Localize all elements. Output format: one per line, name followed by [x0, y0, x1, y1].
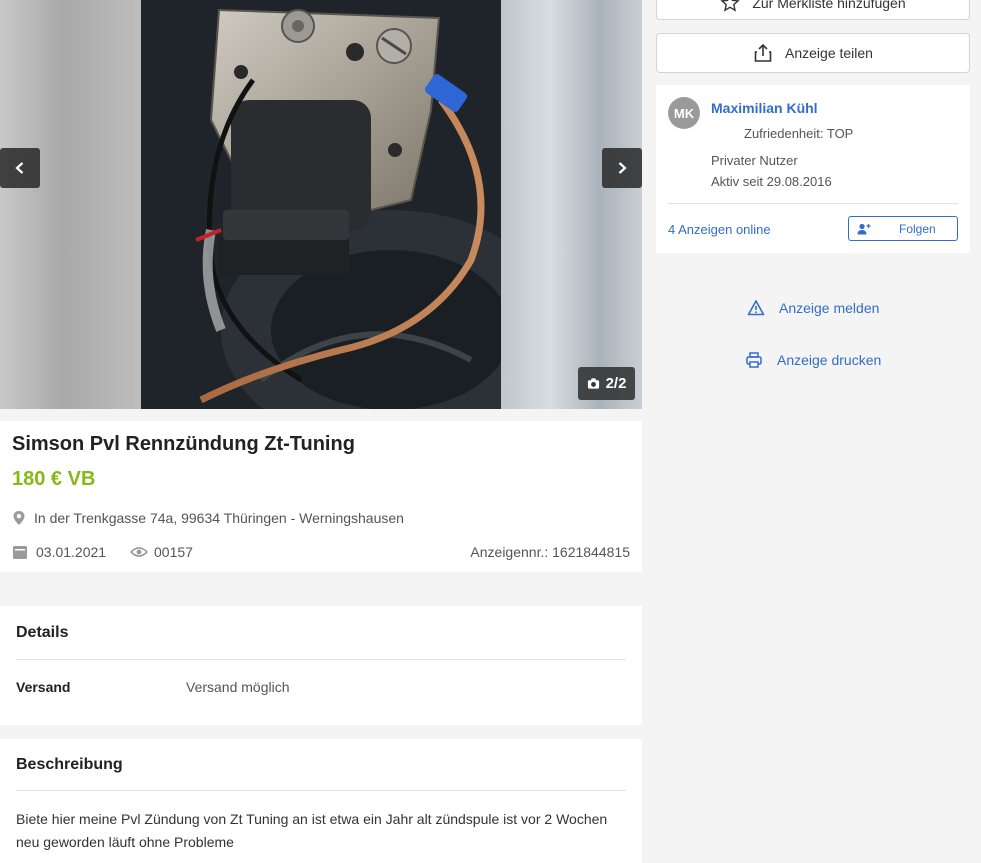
- chevron-left-icon: [15, 162, 24, 174]
- share-label: Anzeige teilen: [785, 45, 873, 61]
- calendar-icon: [13, 546, 27, 559]
- views-text: 00157: [154, 544, 193, 560]
- follow-label: Folgen: [899, 221, 936, 236]
- detail-label-shipping: Versand: [16, 679, 71, 695]
- description-text: Biete hier meine Pvl Zündung von Zt Tuni…: [16, 811, 608, 850]
- listing-date: 03.01.2021: [12, 544, 106, 560]
- listing-photo[interactable]: [141, 0, 501, 409]
- seller-card: MK Maximilian Kühl Zufriedenheit: TOP Pr…: [656, 85, 970, 253]
- gallery-prev-button[interactable]: [0, 148, 40, 188]
- ignition-part-image: [141, 0, 501, 409]
- listing-location: In der Trenkgasse 74a, 99634 Thüringen -…: [12, 510, 404, 526]
- star-icon: [720, 0, 741, 12]
- share-ad-button[interactable]: Anzeige teilen: [656, 33, 970, 73]
- report-ad-link[interactable]: Anzeige melden: [747, 299, 879, 317]
- image-counter-text: 2/2: [605, 375, 627, 392]
- add-to-watchlist-button[interactable]: Zur Merkliste hinzufügen: [656, 0, 970, 20]
- avatar: MK: [668, 97, 700, 129]
- seller-type: Privater Nutzer: [711, 153, 798, 168]
- detail-value-shipping: Versand möglich: [186, 679, 290, 695]
- description-heading: Beschreibung: [16, 756, 123, 773]
- gallery-next-button[interactable]: [602, 148, 642, 188]
- seller-active-since: Aktiv seit 29.08.2016: [711, 174, 832, 189]
- location-pin-icon: [13, 511, 25, 525]
- gallery-blur-right: [501, 0, 642, 409]
- description-section: Beschreibung Biete hier meine Pvl Zündun…: [0, 739, 642, 863]
- listing-title: Simson Pvl Rennzündung Zt-Tuning: [12, 433, 355, 455]
- gallery-blur-left: [0, 0, 141, 409]
- location-text: In der Trenkgasse 74a, 99634 Thüringen -…: [34, 510, 404, 526]
- listing-price: 180 € VB: [12, 468, 96, 490]
- details-section: Details Versand Versand möglich: [0, 606, 642, 725]
- printer-icon: [746, 352, 762, 368]
- print-label: Anzeige drucken: [777, 352, 882, 368]
- seller-ads-online-link[interactable]: 4 Anzeigen online: [668, 222, 771, 237]
- details-divider: [16, 659, 626, 660]
- add-user-icon: [857, 223, 871, 234]
- camera-icon: [587, 378, 599, 389]
- warning-icon: [747, 300, 765, 316]
- ad-number: Anzeigennr.: 1621844815: [470, 544, 630, 560]
- share-icon: [754, 43, 772, 62]
- description-divider: [16, 790, 626, 791]
- listing-summary: Simson Pvl Rennzündung Zt-Tuning 180 € V…: [0, 421, 642, 572]
- seller-divider: [668, 203, 958, 204]
- chevron-right-icon: [618, 162, 627, 174]
- follow-button[interactable]: Folgen: [848, 216, 958, 241]
- print-ad-link[interactable]: Anzeige drucken: [745, 351, 881, 369]
- date-text: 03.01.2021: [36, 544, 107, 560]
- listing-views: 00157: [130, 544, 193, 560]
- watchlist-label: Zur Merkliste hinzufügen: [752, 0, 906, 11]
- seller-satisfaction: Zufriedenheit: TOP: [744, 126, 854, 141]
- seller-name-link[interactable]: Maximilian Kühl: [711, 100, 818, 116]
- eye-icon: [130, 547, 148, 557]
- image-counter: 2/2: [578, 367, 635, 400]
- details-heading: Details: [16, 624, 69, 641]
- report-label: Anzeige melden: [779, 300, 880, 316]
- image-gallery[interactable]: 2/2: [0, 0, 642, 409]
